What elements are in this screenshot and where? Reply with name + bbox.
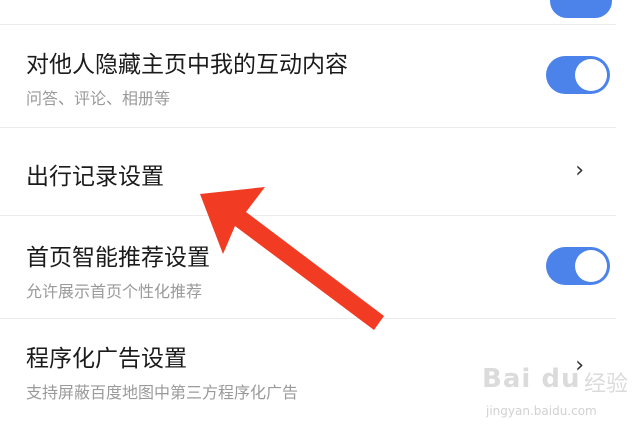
previous-row-peek bbox=[0, 0, 632, 24]
setting-title: 程序化广告设置 bbox=[26, 346, 187, 372]
setting-title: 出行记录设置 bbox=[26, 164, 164, 190]
watermark-text: 经验 bbox=[584, 372, 629, 397]
setting-title: 首页智能推荐设置 bbox=[26, 245, 210, 271]
baidu-jingyan-watermark: Bai du 经验 jingyan.baidu.com bbox=[480, 362, 630, 428]
toggle-knob bbox=[575, 59, 607, 91]
setting-row-trip-records[interactable]: 出行记录设置 › bbox=[0, 128, 632, 215]
watermark-url: jingyan.baidu.com bbox=[486, 404, 597, 418]
smart-recommendation-toggle[interactable] bbox=[546, 247, 610, 285]
setting-subtitle: 支持屏蔽百度地图中第三方程序化广告 bbox=[26, 383, 299, 402]
setting-title: 对他人隐藏主页中我的互动内容 bbox=[26, 52, 348, 78]
hide-interactions-toggle[interactable] bbox=[546, 56, 610, 94]
previous-row-toggle[interactable] bbox=[550, 0, 612, 18]
setting-subtitle: 允许展示首页个性化推荐 bbox=[26, 282, 203, 301]
watermark-logo: Bai du bbox=[482, 364, 581, 394]
setting-row-smart-recommendation[interactable]: 首页智能推荐设置 允许展示首页个性化推荐 bbox=[0, 216, 632, 318]
toggle-knob bbox=[575, 250, 607, 282]
chevron-right-icon: › bbox=[575, 158, 584, 183]
setting-row-hide-interactions[interactable]: 对他人隐藏主页中我的互动内容 问答、评论、相册等 bbox=[0, 25, 632, 127]
setting-subtitle: 问答、评论、相册等 bbox=[26, 89, 171, 108]
